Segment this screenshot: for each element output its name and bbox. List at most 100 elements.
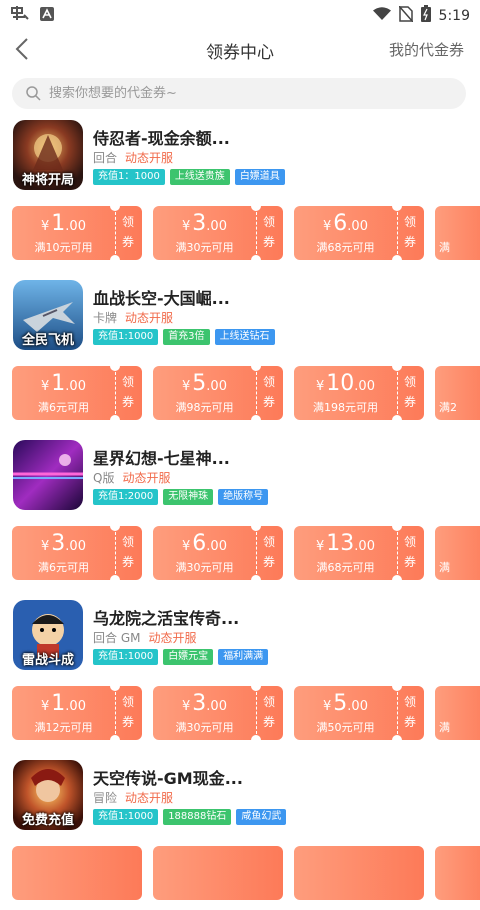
claim-coupon-button[interactable]: 领券 [259,692,279,732]
status-bar: 5:19 [0,0,480,28]
coupon-condition: 满50元可用 [316,721,375,734]
game-icon[interactable]: 免费充值 [13,760,83,830]
coupon-notch [110,366,120,371]
claim-coupon-button[interactable]: 领券 [118,532,138,572]
claim-coupon-button[interactable]: 领券 [259,212,279,252]
coupon-divider [397,532,398,574]
game-tag: 咸鱼幻武 [236,809,287,825]
coupon-card[interactable] [153,846,283,900]
claim-label: 领券 [403,375,416,409]
coupon-condition: 满 [439,561,450,574]
coupon-condition: 满68元可用 [316,561,375,574]
game-icon[interactable]: 神将开局 [13,120,83,190]
coupon-notch [251,735,261,740]
game-tag: 充值1:1000 [93,809,159,825]
game-tag: 上线送贵族 [169,169,230,185]
coupon-condition: 满30元可用 [175,241,234,254]
coupon-card[interactable]: ¥3.00 满30元可用 领券 [153,206,283,260]
coupon-card[interactable]: ¥1.00 满12元可用 领券 [12,686,142,740]
tag-list: 充值1：1000 上线送贵族 白嫖道具 [93,169,285,185]
game-icon[interactable]: 全民飞机 [13,280,83,350]
claim-coupon-button[interactable]: 领券 [400,532,420,572]
claim-coupon-button[interactable]: 领券 [118,692,138,732]
game-item[interactable]: 全民飞机 血战长空-大国崛... 卡牌 动态开服 充值1:1000 首充3倍 上线送钻石 ¥1… [0,280,480,430]
my-coupons-link[interactable]: 我的代金券 [389,39,464,60]
game-icon[interactable] [13,440,83,510]
game-item[interactable]: 神将开局 侍忍者-现金余额... 回合 动态开服 充值1：1000 上线送贵族 白嫖道具 ¥1… [0,120,480,270]
coupon-card-partial[interactable]: 满 [435,526,480,580]
game-name[interactable]: 天空传说-GM现金... [93,765,243,789]
game-item[interactable]: 雷战斗成 乌龙院之活宝传奇... 回合 GM 动态开服 充值1:1000 白嫖元宝 福利满满… [0,600,480,750]
coupon-notch [251,255,261,260]
game-meta: 回合 动态开服 [93,149,173,166]
game-icon-caption: 神将开局 [21,173,74,188]
game-name[interactable]: 侍忍者-现金余额... [93,125,230,149]
coupon-condition: 满68元可用 [316,241,375,254]
coupon-notch [392,255,402,260]
game-category: 回合 [93,151,118,165]
coupon-card[interactable]: ¥3.00 满30元可用 领券 [153,686,283,740]
coupon-notch [392,366,402,371]
game-meta: 冒险 动态开服 [93,789,173,806]
game-item[interactable]: 免费充值 天空传说-GM现金... 冒险 动态开服 充值1:1000 188888钻石 咸鱼… [0,760,480,910]
coupon-row: ¥1.00 满12元可用 领券 ¥3.00 满30元可用 领券 ¥5.00 满50元可用 领券满 [0,686,480,740]
coupon-card-partial[interactable]: 满 [435,686,480,740]
a-badge-icon [40,6,54,25]
coupon-card[interactable]: ¥6.00 满68元可用 领券 [294,206,424,260]
coupon-card[interactable]: ¥5.00 满98元可用 领券 [153,366,283,420]
coupon-card[interactable]: ¥10.00 满198元可用 领券 [294,366,424,420]
coupon-card-partial[interactable]: 满2 [435,366,480,420]
coupon-amount: ¥5.00 [323,691,368,716]
coupon-notch [110,686,120,691]
coupon-divider [256,532,257,574]
coupon-card[interactable]: ¥6.00 满30元可用 领券 [153,526,283,580]
game-name[interactable]: 血战长空-大国崛... [93,285,230,309]
coupon-divider [397,692,398,734]
coupon-card[interactable] [12,846,142,900]
coupon-divider [115,532,116,574]
game-icon[interactable]: 雷战斗成 [13,600,83,670]
tag-list: 充值1:1000 首充3倍 上线送钻石 [93,329,275,345]
game-category: 回合 GM [93,631,141,645]
game-item[interactable]: 星界幻想-七星神... Q版 动态开服 充值1:2000 无限神珠 绝版称号 ¥3.00 满6… [0,440,480,590]
claim-coupon-button[interactable]: 领券 [259,532,279,572]
claim-coupon-button[interactable]: 领券 [400,692,420,732]
coupon-card[interactable] [294,846,424,900]
game-tag: 充值1:1000 [93,329,159,345]
coupon-amount: ¥3.00 [182,211,227,236]
coupon-condition: 满98元可用 [175,401,234,414]
coupon-card[interactable]: ¥5.00 满50元可用 领券 [294,686,424,740]
coupon-card-partial[interactable]: 满 [435,206,480,260]
claim-coupon-button[interactable]: 领券 [400,372,420,412]
claim-coupon-button[interactable]: 领券 [118,212,138,252]
coupon-card-partial[interactable] [435,846,480,900]
coupon-condition: 满6元可用 [38,561,89,574]
server-status: 动态开服 [125,311,174,325]
coupon-card[interactable]: ¥1.00 满6元可用 领券 [12,366,142,420]
tag-list: 充值1:2000 无限神珠 绝版称号 [93,489,269,505]
coupon-amount: ¥6.00 [323,211,368,236]
coupon-condition: 满2 [439,401,457,414]
coupon-divider [115,372,116,414]
coupon-condition: 满30元可用 [175,721,234,734]
server-status: 动态开服 [125,151,174,165]
coupon-notch [392,735,402,740]
game-tag: 绝版称号 [218,489,269,505]
game-tag: 充值1:1000 [93,649,159,665]
game-name[interactable]: 星界幻想-七星神... [93,445,230,469]
claim-coupon-button[interactable]: 领券 [259,372,279,412]
game-icon-caption: 雷战斗成 [21,653,74,668]
coupon-notch [392,526,402,531]
search-bar[interactable] [12,78,466,109]
claim-coupon-button[interactable]: 领券 [118,372,138,412]
coupon-notch [392,415,402,420]
search-input[interactable] [47,85,431,102]
game-name[interactable]: 乌龙院之活宝传奇... [93,605,239,629]
coupon-condition: 满 [439,721,450,734]
coupon-card[interactable]: ¥13.00 满68元可用 领券 [294,526,424,580]
coupon-card[interactable]: ¥1.00 满10元可用 领券 [12,206,142,260]
coupon-amount: ¥1.00 [41,371,86,396]
claim-coupon-button[interactable]: 领券 [400,212,420,252]
coupon-divider [115,212,116,254]
coupon-card[interactable]: ¥3.00 满6元可用 领券 [12,526,142,580]
